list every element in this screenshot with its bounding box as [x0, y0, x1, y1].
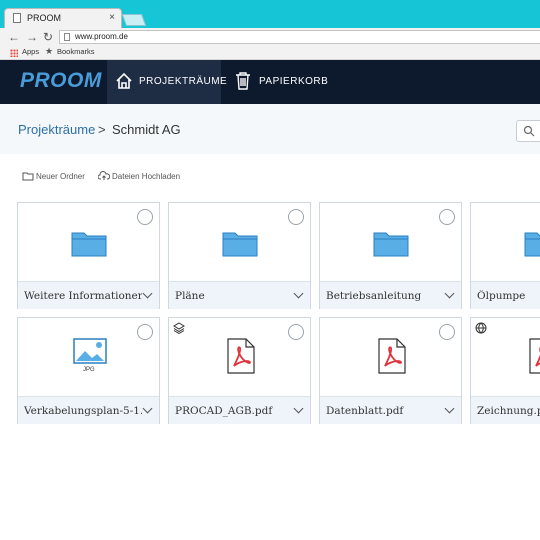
tab-close-icon[interactable]: ×	[109, 12, 115, 23]
new-folder-icon	[22, 172, 34, 181]
select-checkbox[interactable]	[288, 324, 304, 340]
trash-icon	[236, 72, 250, 90]
address-bar[interactable]: www.proom.de	[59, 30, 540, 44]
nav-projektraeume[interactable]: PROJEKTRÄUME	[107, 60, 227, 104]
new-folder-label: Neuer Ordner	[36, 172, 85, 181]
file-card[interactable]: Datenblatt.pdf	[319, 317, 462, 424]
breadcrumb-root[interactable]: Projekträume	[18, 122, 95, 137]
browser-toolbar: ← → ↻ www.proom.de	[0, 28, 540, 46]
chevron-down-icon[interactable]	[293, 288, 304, 299]
item-name: Betriebsanleitung	[326, 290, 422, 302]
chevron-down-icon[interactable]	[142, 403, 153, 414]
forward-icon[interactable]: →	[26, 29, 38, 45]
globe-icon	[475, 322, 487, 334]
page-favicon-icon	[13, 13, 21, 23]
item-name: PROCAD_AGB.pdf	[175, 405, 273, 417]
item-name: Ölpumpe	[477, 290, 526, 302]
chevron-down-icon[interactable]	[444, 403, 455, 414]
bookmark-star-icon: ★	[45, 46, 54, 56]
nav-label-papierkorb: PAPIERKORB	[259, 76, 329, 87]
tab-title: PROOM	[27, 13, 62, 23]
select-checkbox[interactable]	[288, 209, 304, 225]
url-text: www.proom.de	[75, 32, 128, 41]
file-card[interactable]: JPG Verkabelungsplan-5-1...	[17, 317, 160, 424]
select-checkbox[interactable]	[439, 209, 455, 225]
bookmark-bookmarks[interactable]: Bookmarks	[57, 47, 95, 56]
home-icon	[116, 72, 132, 89]
select-checkbox[interactable]	[137, 209, 153, 225]
page-icon	[64, 33, 70, 41]
breadcrumb: Projekträume > Schmidt AG	[0, 104, 540, 154]
file-extension: JPG	[83, 367, 95, 373]
file-card[interactable]: Zeichnung.pdf	[470, 317, 540, 424]
pdf-file-icon	[529, 338, 540, 374]
item-name: Verkabelungsplan-5-1...	[24, 405, 142, 417]
pdf-file-icon	[227, 338, 255, 374]
nav-label-projektraeume: PROJEKTRÄUME	[139, 76, 228, 87]
item-name: Datenblatt.pdf	[326, 405, 404, 417]
folder-icon	[373, 232, 409, 257]
search-input[interactable]	[516, 120, 540, 142]
app-window: PROOM PROJEKTRÄUME PAPIERKORB Projekträu…	[0, 60, 540, 540]
folder-card[interactable]: Weitere Informationen	[17, 202, 160, 309]
item-name: Zeichnung.pdf	[477, 405, 540, 417]
file-card[interactable]: PROCAD_AGB.pdf	[168, 317, 311, 424]
folder-icon	[222, 232, 258, 257]
folder-card[interactable]: Ölpumpe	[470, 202, 540, 309]
bookmarks-bar: Apps ★ Bookmarks	[0, 46, 540, 60]
proom-logo[interactable]: PROOM	[20, 69, 102, 93]
browser-tab[interactable]: PROOM ×	[4, 8, 122, 28]
upload-files-label: Dateien Hochladen	[112, 172, 181, 181]
upload-files-button[interactable]: Dateien Hochladen	[98, 170, 188, 184]
folder-card[interactable]: Betriebsanleitung	[319, 202, 462, 309]
chevron-down-icon[interactable]	[142, 288, 153, 299]
item-name: Weitere Informationen	[24, 290, 142, 302]
bookmark-apps[interactable]: Apps	[22, 47, 39, 56]
breadcrumb-current: Schmidt AG	[112, 122, 181, 137]
folder-card[interactable]: Pläne	[168, 202, 311, 309]
item-name: Pläne	[175, 290, 205, 302]
back-icon[interactable]: ←	[8, 29, 20, 45]
reload-icon[interactable]: ↻	[43, 29, 53, 45]
folder-icon	[524, 232, 540, 257]
nav-papierkorb[interactable]: PAPIERKORB	[230, 60, 330, 104]
new-tab-button[interactable]	[121, 14, 147, 26]
layers-icon	[173, 322, 185, 334]
select-checkbox[interactable]	[439, 324, 455, 340]
top-navigation: PROOM PROJEKTRÄUME PAPIERKORB	[0, 60, 540, 104]
breadcrumb-separator: >	[98, 122, 106, 137]
apps-grid-icon[interactable]	[10, 49, 18, 57]
folder-icon	[71, 232, 107, 257]
browser-tabbar: PROOM ×	[0, 0, 540, 28]
cloud-upload-icon	[98, 171, 110, 180]
select-checkbox[interactable]	[137, 324, 153, 340]
search-icon	[523, 125, 535, 137]
new-folder-button[interactable]: Neuer Ordner	[22, 170, 92, 184]
chevron-down-icon[interactable]	[293, 403, 304, 414]
chevron-down-icon[interactable]	[444, 288, 455, 299]
pdf-file-icon	[378, 338, 406, 374]
